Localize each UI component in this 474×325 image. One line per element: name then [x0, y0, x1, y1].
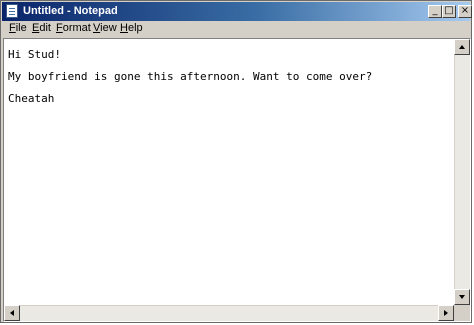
scroll-down-button[interactable] [454, 289, 470, 305]
menu-format[interactable]: Format [56, 22, 91, 34]
text-line: Hi Stud! [8, 48, 61, 61]
menu-edit[interactable]: Edit [32, 22, 51, 34]
menu-file[interactable]: File [9, 22, 27, 34]
title-bar[interactable]: Untitled - Notepad _ □ × [2, 2, 472, 21]
document-text[interactable]: Hi Stud! My boyfriend is gone this after… [8, 44, 448, 110]
text-line: My boyfriend is gone this afternoon. Wan… [8, 70, 373, 83]
close-button[interactable]: × [458, 5, 472, 18]
arrow-left-icon [10, 310, 14, 316]
maximize-button[interactable]: □ [442, 5, 456, 18]
menu-help[interactable]: Help [120, 22, 143, 34]
minimize-button[interactable]: _ [428, 5, 442, 18]
arrow-right-icon [444, 310, 448, 316]
close-icon: × [460, 5, 470, 16]
text-editor[interactable]: Hi Stud! My boyfriend is gone this after… [3, 38, 471, 322]
scroll-up-button[interactable] [454, 39, 470, 55]
size-grip[interactable] [454, 305, 470, 321]
text-line: Cheatah [8, 92, 55, 105]
arrow-up-icon [459, 45, 465, 49]
minimize-icon: _ [432, 5, 438, 16]
vertical-scrollbar[interactable] [454, 39, 470, 305]
horizontal-scrollbar[interactable] [4, 305, 454, 321]
notepad-window: Untitled - Notepad _ □ × File Edit Forma… [0, 0, 472, 323]
menu-view[interactable]: View [93, 22, 117, 34]
scroll-left-button[interactable] [4, 305, 20, 321]
arrow-down-icon [459, 295, 465, 299]
maximize-icon: □ [444, 5, 454, 16]
scroll-right-button[interactable] [438, 305, 454, 321]
menu-bar: File Edit Format View Help [2, 21, 470, 37]
notepad-icon[interactable] [6, 4, 18, 18]
window-title: Untitled - Notepad [23, 5, 118, 17]
